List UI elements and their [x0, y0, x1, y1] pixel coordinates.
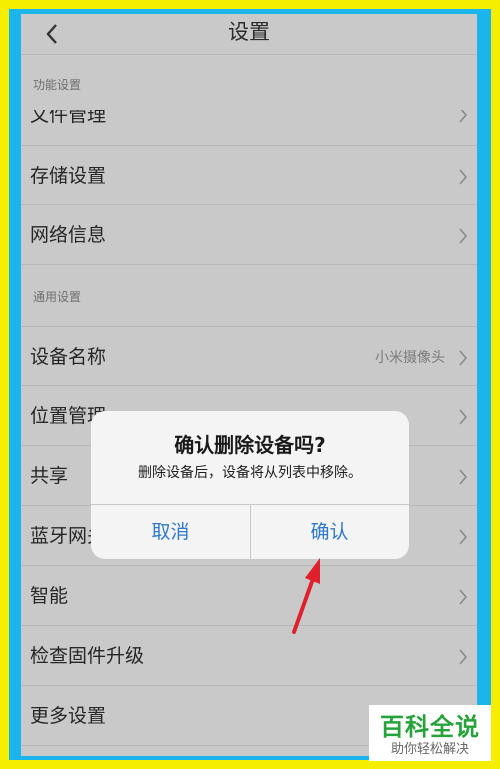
chevron-right-icon — [459, 409, 468, 425]
row-label: 网络信息 — [30, 224, 107, 246]
chevron-right-icon — [459, 529, 468, 545]
row-label: 存储设置 — [30, 165, 107, 187]
confirm-button[interactable]: 确认 — [250, 505, 409, 559]
confirm-delete-dialog: 确认删除设备吗? 删除设备后，设备将从列表中移除。 取消 确认 — [91, 411, 409, 559]
row-label: 设备名称 — [30, 346, 107, 368]
red-arrow-annotation — [292, 558, 320, 634]
chevron-right-icon — [459, 169, 468, 185]
row-label: 共享 — [30, 465, 69, 487]
watermark-logo: 百科全说 助你轻松解决 — [369, 705, 491, 761]
chevron-right-icon — [459, 469, 468, 485]
settings-row-storage[interactable]: 存储设置 — [21, 145, 477, 205]
watermark-title: 百科全说 — [380, 713, 480, 741]
row-label: 更多设置 — [30, 705, 107, 727]
cancel-button[interactable]: 取消 — [91, 505, 250, 559]
settings-row-network[interactable]: 网络信息 — [21, 205, 477, 265]
settings-row-firmware[interactable]: 检查固件升级 — [21, 626, 477, 686]
settings-row-smart[interactable]: 智能 — [21, 566, 477, 626]
row-label: 检查固件升级 — [30, 645, 145, 667]
chevron-right-icon — [459, 350, 468, 366]
chevron-right-icon — [459, 110, 468, 123]
nav-header: 设置 — [21, 14, 477, 55]
row-label: 文件管理 — [30, 110, 107, 126]
dialog-title: 确认删除设备吗? — [174, 433, 326, 457]
section-label-function: 功能设置 — [33, 78, 82, 92]
chevron-right-icon — [459, 589, 468, 605]
watermark-subtitle: 助你轻松解决 — [390, 742, 469, 757]
row-label: 智能 — [30, 585, 69, 607]
row-value: 小米摄像头 — [375, 350, 445, 366]
chevron-right-icon — [459, 649, 468, 665]
section-label-general: 通用设置 — [33, 290, 82, 304]
settings-screen: 设置 功能设置 文件管理 存储设置 网络信息 通用设置 设备名称 小米摄像头 位… — [21, 14, 477, 756]
page-title: 设置 — [228, 20, 270, 44]
settings-row-device-name[interactable]: 设备名称 小米摄像头 — [21, 326, 477, 386]
chevron-right-icon — [459, 228, 468, 244]
settings-row-file-manage[interactable]: 文件管理 — [21, 110, 477, 129]
dialog-message: 删除设备后，设备将从列表中移除。 — [138, 465, 362, 481]
